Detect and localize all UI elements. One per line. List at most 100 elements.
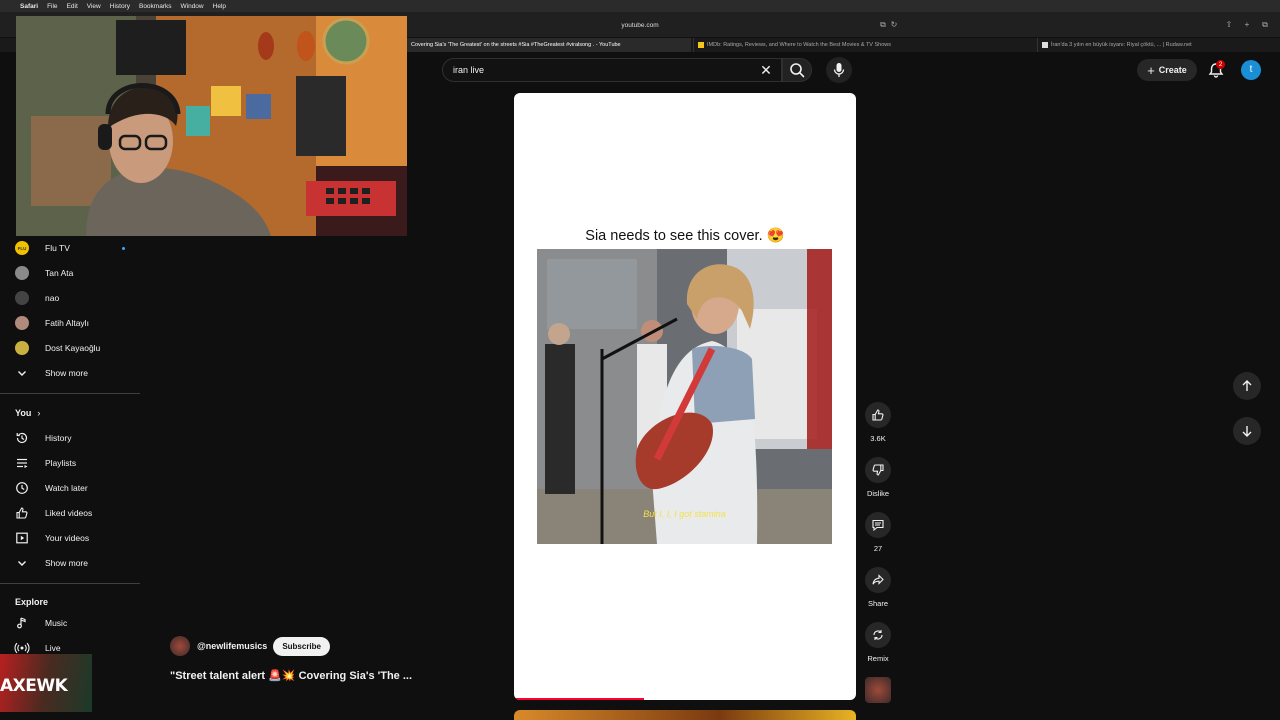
channel-avatar-wrap: [14, 340, 30, 356]
channel-avatar-wrap: [14, 265, 30, 281]
remix-label: Remix: [867, 654, 889, 663]
short-video-player[interactable]: Sia needs to see this cover. 😍 But I, I,…: [514, 93, 856, 700]
sound-thumbnail[interactable]: [862, 677, 894, 703]
short-caption: Sia needs to see this cover. 😍: [585, 228, 785, 244]
video-subtitle: But I, I, I got stamina: [643, 509, 726, 519]
chevron-down-icon: [14, 365, 30, 381]
tab-imdb[interactable]: IMDb: Ratings, Reviews, and Where to Wat…: [693, 38, 960, 52]
new-content-dot: [122, 246, 125, 250]
sidebar-item-label: nao: [45, 293, 60, 303]
show-more-you[interactable]: Show more: [14, 552, 140, 574]
translate-icon[interactable]: ⧉: [878, 20, 888, 30]
tab-label: IMDb: Ratings, Reviews, and Where to Wat…: [707, 42, 892, 48]
channel-avatar: [15, 291, 29, 305]
like-button[interactable]: 3.6K: [862, 402, 894, 443]
next-short-preview[interactable]: [514, 710, 856, 720]
search-box: [442, 58, 782, 82]
clear-search-icon[interactable]: ✕: [757, 61, 775, 79]
comment-count: 27: [873, 544, 883, 553]
menu-history[interactable]: History: [110, 3, 130, 10]
sidebar-item-watch-later[interactable]: Watch later: [14, 477, 140, 499]
menu-window[interactable]: Window: [181, 3, 204, 10]
notification-count-badge: 2: [1216, 60, 1225, 69]
comments-button[interactable]: 27: [862, 512, 894, 553]
webcam-scene: [16, 16, 407, 236]
menu-bar: Safari File Edit View History Bookmarks …: [0, 0, 1280, 12]
short-video-frame[interactable]: But I, I, I got stamina: [537, 249, 832, 544]
explore-section-header: Explore: [15, 597, 49, 607]
new-tab-icon[interactable]: +: [1242, 20, 1252, 30]
reload-icon[interactable]: ↻: [889, 20, 899, 30]
channel-avatar[interactable]: [170, 636, 190, 656]
sidebar-item-nao[interactable]: nao: [14, 287, 140, 309]
menu-help[interactable]: Help: [213, 3, 226, 10]
search-input[interactable]: [453, 59, 753, 81]
sidebar-item-flu-tv[interactable]: FLU Flu TV: [14, 237, 140, 259]
dislike-button[interactable]: Dislike: [862, 457, 894, 498]
channel-avatar-wrap: [14, 290, 30, 306]
menu-app-name[interactable]: Safari: [20, 3, 38, 10]
share-arrow-icon: [865, 567, 891, 593]
microphone-icon: [833, 63, 845, 77]
your-videos-icon: [14, 530, 30, 546]
share-icon[interactable]: ⇧: [1224, 20, 1234, 30]
show-more-subscriptions[interactable]: Show more: [14, 362, 140, 384]
tab-overview-icon[interactable]: ⧉: [1260, 20, 1270, 30]
menu-file[interactable]: File: [47, 3, 57, 10]
sidebar-item-playlists[interactable]: Playlists: [14, 452, 140, 474]
dislike-label: Dislike: [866, 489, 890, 498]
menu-view[interactable]: View: [87, 3, 101, 10]
video-progress-bar[interactable]: [514, 698, 856, 700]
arrow-up-icon: [1242, 380, 1252, 391]
sidebar-item-label: Music: [45, 618, 68, 628]
menu-bookmarks[interactable]: Bookmarks: [139, 3, 172, 10]
sidebar-item-music[interactable]: Music: [14, 612, 140, 634]
you-section-header[interactable]: You ›: [15, 408, 40, 418]
remix-button[interactable]: Remix: [862, 622, 894, 663]
playlists-icon: [14, 455, 30, 471]
sidebar-item-label: Fatih Altaylı: [45, 318, 89, 328]
channel-row: @newlifemusics Subscribe: [170, 636, 330, 656]
tab-label: Covering Sia's 'The Greatest' on the str…: [411, 42, 621, 48]
sidebar-item-label: Playlists: [45, 458, 77, 468]
account-avatar[interactable]: t: [1241, 60, 1261, 80]
webcam-overlay: [16, 16, 407, 236]
sidebar-item-your-videos[interactable]: Your videos: [14, 527, 140, 549]
watch-later-icon: [14, 480, 30, 496]
channel-avatar: FLU: [15, 241, 29, 255]
share-button[interactable]: Share: [862, 567, 894, 608]
like-count: 3.6K: [870, 434, 886, 443]
previous-short-button[interactable]: [1233, 372, 1261, 400]
create-button[interactable]: + Create: [1137, 59, 1197, 81]
sidebar-item-history[interactable]: History: [14, 427, 140, 449]
arrow-down-icon: [1242, 426, 1252, 437]
video-progress-fill: [514, 698, 644, 700]
channel-name[interactable]: @newlifemusics: [197, 641, 267, 651]
show-more-label: Show more: [45, 558, 88, 568]
history-icon: [14, 430, 30, 446]
search-icon: [790, 63, 805, 78]
thumbs-up-icon: [865, 402, 891, 428]
address-bar[interactable]: youtube.com: [408, 19, 872, 33]
sidebar-item-fatih-altayli[interactable]: Fatih Altaylı: [14, 312, 140, 334]
rudaw-favicon: [1042, 41, 1048, 48]
short-title[interactable]: "Street talent alert 🚨💥 Covering Sia's '…: [170, 669, 412, 682]
next-short-button[interactable]: [1233, 417, 1261, 445]
create-label: Create: [1158, 65, 1187, 75]
tab-rudaw[interactable]: İran'da 3 yılın en büyük isyanı: Riyal ç…: [1037, 38, 1280, 52]
sidebar-item-label: History: [45, 433, 72, 443]
search-button[interactable]: [782, 58, 812, 82]
show-more-label: Show more: [45, 368, 88, 378]
chevron-down-icon: [14, 555, 30, 571]
tab-youtube[interactable]: Covering Sia's 'The Greatest' on the str…: [406, 38, 691, 52]
plus-icon: +: [1147, 62, 1155, 78]
voice-search-button[interactable]: [826, 57, 852, 83]
channel-avatar: [15, 266, 29, 280]
channel-avatar: [15, 316, 29, 330]
sidebar-item-dost-kayaoglu[interactable]: Dost Kayaoğlu: [14, 337, 140, 359]
subscribe-button[interactable]: Subscribe: [273, 636, 330, 656]
sidebar-item-tan-ata[interactable]: Tan Ata: [14, 262, 140, 284]
menu-edit[interactable]: Edit: [67, 3, 78, 10]
sidebar-item-liked-videos[interactable]: Liked videos: [14, 502, 140, 524]
tab-label: İran'da 3 yılın en büyük isyanı: Riyal ç…: [1051, 42, 1192, 48]
